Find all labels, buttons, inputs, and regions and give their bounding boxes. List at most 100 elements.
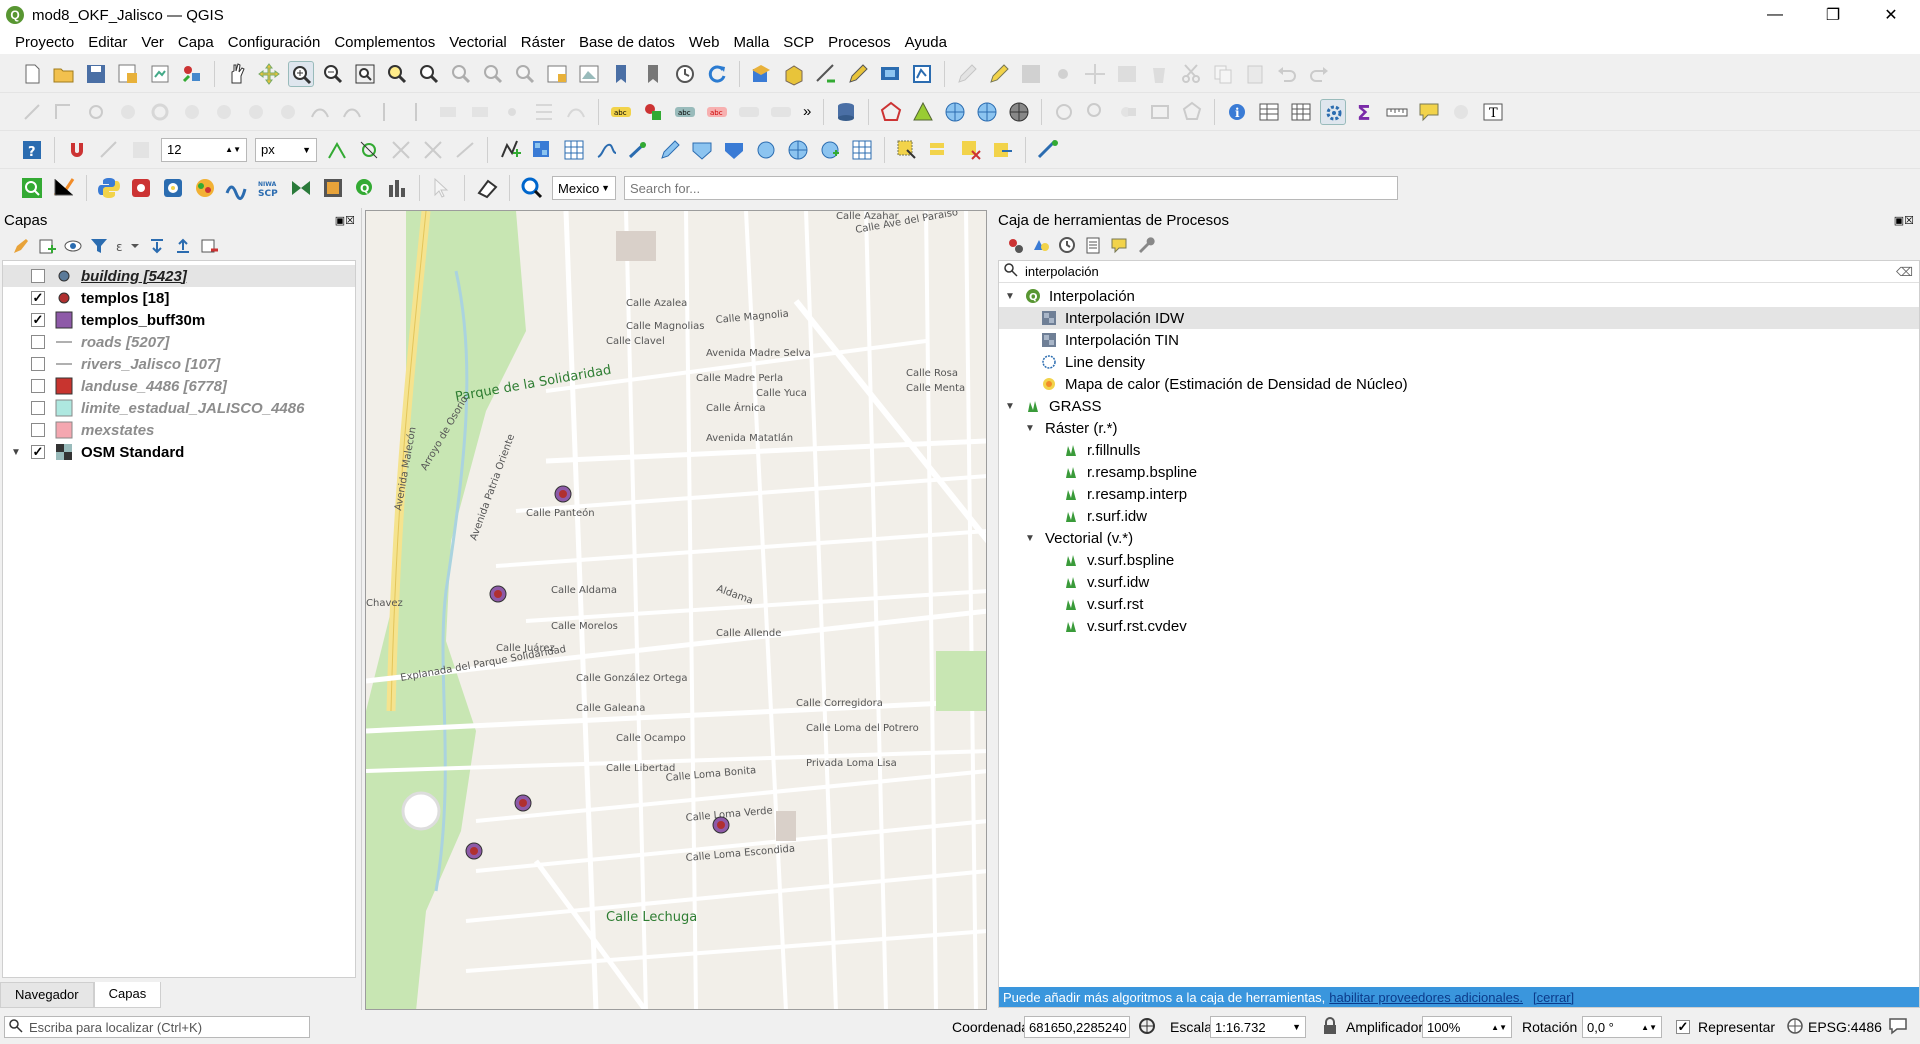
regular-polygon-icon[interactable]	[1179, 99, 1205, 125]
temporal-controller-icon[interactable]	[672, 61, 698, 87]
locator-scope-select[interactable]: Mexico ▼	[552, 176, 616, 200]
algorithm-item[interactable]: Interpolación TIN	[999, 329, 1919, 351]
menu-vectorial[interactable]: Vectorial	[449, 34, 507, 51]
zoom-to-layer-icon[interactable]	[416, 61, 442, 87]
menu-base-de-datos[interactable]: Base de datos	[579, 34, 675, 51]
processing-search-input[interactable]: interpolación ⌫	[999, 261, 1919, 283]
panel-float-close-icon[interactable]: ▣☒	[1894, 214, 1914, 227]
layer-row-landuse[interactable]: landuse_4486 [6778]	[3, 375, 355, 397]
expand-all-icon[interactable]	[147, 236, 167, 256]
curve-tool-icon[interactable]	[563, 99, 589, 125]
offset-curve-icon[interactable]	[339, 99, 365, 125]
provider-group[interactable]: ▼ GRASS	[999, 395, 1919, 417]
add-delimited-text-icon[interactable]	[593, 137, 619, 163]
remove-layer-icon[interactable]	[199, 236, 219, 256]
print-layout-icon[interactable]	[147, 61, 173, 87]
processing-options-wrench-icon[interactable]	[1135, 235, 1155, 255]
reshape-icon[interactable]	[307, 99, 333, 125]
topological-editing-icon[interactable]	[324, 137, 350, 163]
rotate-label-icon[interactable]	[768, 99, 794, 125]
delete-selected-icon[interactable]	[1146, 61, 1172, 87]
minimize-button[interactable]: —	[1746, 0, 1804, 30]
algorithm-item[interactable]: Line density	[999, 351, 1919, 373]
diagram-tool-icon[interactable]	[640, 99, 666, 125]
layer-row-roads[interactable]: roads [5207]	[3, 331, 355, 353]
snapping-mode-icon[interactable]	[96, 137, 122, 163]
rotation-input[interactable]: 0,0 ° ▲▼	[1582, 1016, 1662, 1038]
open-styling-icon[interactable]	[11, 236, 31, 256]
plugin-q-search-icon[interactable]: Q	[352, 175, 378, 201]
algorithm-item[interactable]: v.surf.rst	[999, 593, 1919, 615]
layer-row-mexstates[interactable]: mexstates	[3, 419, 355, 441]
filter-legend-icon[interactable]	[89, 236, 109, 256]
rotate-point-icon[interactable]	[499, 99, 525, 125]
snapping-tracing-icon[interactable]	[420, 137, 446, 163]
algorithm-subgroup[interactable]: ▼ Vectorial (v.*)	[999, 527, 1919, 549]
delete-ring-icon[interactable]	[243, 99, 269, 125]
menu-ayuda[interactable]: Ayuda	[905, 34, 947, 51]
map-canvas[interactable]: Calle Azahar Calle Ave del Paraíso Calle A…	[365, 210, 987, 1010]
scripts-icon[interactable]	[1031, 235, 1051, 255]
select-location-icon[interactable]	[990, 137, 1016, 163]
open-table-icon[interactable]	[749, 61, 775, 87]
attribute-table-icon[interactable]	[1256, 99, 1282, 125]
locator-search-icon[interactable]	[519, 175, 545, 201]
layer-row-limite-estadual[interactable]: limite_estadual_JALISCO_4486	[3, 397, 355, 419]
panel-float-close-icon[interactable]: ▣☒	[335, 214, 355, 227]
layer-row-building[interactable]: building [5423]	[3, 265, 355, 287]
vertex-tool-icon[interactable]	[909, 61, 935, 87]
layer-visibility-checkbox[interactable]	[31, 357, 45, 371]
simplify-icon[interactable]	[115, 99, 141, 125]
crs-globe-icon[interactable]	[1786, 1017, 1804, 1038]
close-button[interactable]: ✕	[1862, 0, 1920, 30]
algorithm-item[interactable]: r.surf.idw	[999, 505, 1919, 527]
move-feature-icon[interactable]	[1082, 61, 1108, 87]
menu-proyecto[interactable]: Proyecto	[15, 34, 74, 51]
copy-features-icon[interactable]	[1210, 61, 1236, 87]
algorithm-item[interactable]: Interpolación IDW	[999, 307, 1919, 329]
align-icon[interactable]	[531, 99, 557, 125]
undo-icon[interactable]	[1274, 61, 1300, 87]
locator-search-input[interactable]: Search for...	[624, 176, 1398, 200]
select-features-icon[interactable]	[894, 137, 920, 163]
add-virtual-layer-icon[interactable]	[657, 137, 683, 163]
menu-malla[interactable]: Malla	[733, 34, 769, 51]
new-layer-icon[interactable]	[849, 137, 875, 163]
restore-button[interactable]: ❐	[1804, 0, 1862, 30]
zoom-native-icon[interactable]	[448, 61, 474, 87]
paste-features-icon[interactable]	[1242, 61, 1268, 87]
help-icon[interactable]: ?	[19, 137, 45, 163]
collapse-all-icon[interactable]	[173, 236, 193, 256]
move-label-icon[interactable]	[736, 99, 762, 125]
triangle-tool-icon[interactable]	[910, 99, 936, 125]
zoom-to-selection-icon[interactable]	[384, 61, 410, 87]
edit-pencil-icon[interactable]	[845, 61, 871, 87]
add-arcgis-layer-icon[interactable]	[817, 137, 843, 163]
messages-icon[interactable]	[1888, 1017, 1908, 1038]
georeferencer-icon[interactable]	[1035, 137, 1061, 163]
database-icon[interactable]	[833, 99, 859, 125]
save-as-icon[interactable]	[115, 61, 141, 87]
results-viewer-icon[interactable]	[1083, 235, 1103, 255]
snapping-type-icon[interactable]	[128, 137, 154, 163]
annotation-tools-icon[interactable]	[1448, 99, 1474, 125]
identify-icon[interactable]: i	[1224, 99, 1250, 125]
close-info-link[interactable]: [cerrar]	[1533, 990, 1574, 1005]
algorithm-item[interactable]: Mapa de calor (Estimación de Densidad de…	[999, 373, 1919, 395]
map-tips-icon[interactable]	[1416, 99, 1442, 125]
layer-row-templos[interactable]: ✓ templos [18]	[3, 287, 355, 309]
add-feature-icon[interactable]	[1050, 61, 1076, 87]
zoom-out-icon[interactable]	[320, 61, 346, 87]
expand-arrow-icon[interactable]: ▼	[11, 447, 25, 458]
feature-form-icon[interactable]	[781, 61, 807, 87]
pan-hand-icon[interactable]	[224, 61, 250, 87]
style-manager-icon[interactable]	[179, 61, 205, 87]
plugin-bowtie-icon[interactable]	[288, 175, 314, 201]
scp-icon[interactable]: NIWA SCP	[256, 175, 282, 201]
new-project-icon[interactable]	[19, 61, 45, 87]
layer-visibility-checkbox[interactable]: ✓	[31, 445, 45, 459]
expand-arrow-icon[interactable]: ▼	[1025, 533, 1039, 544]
expand-arrow-icon[interactable]: ▼	[1005, 401, 1019, 412]
globe-rules-icon[interactable]	[1006, 99, 1032, 125]
add-wfs-layer-icon[interactable]	[721, 137, 747, 163]
